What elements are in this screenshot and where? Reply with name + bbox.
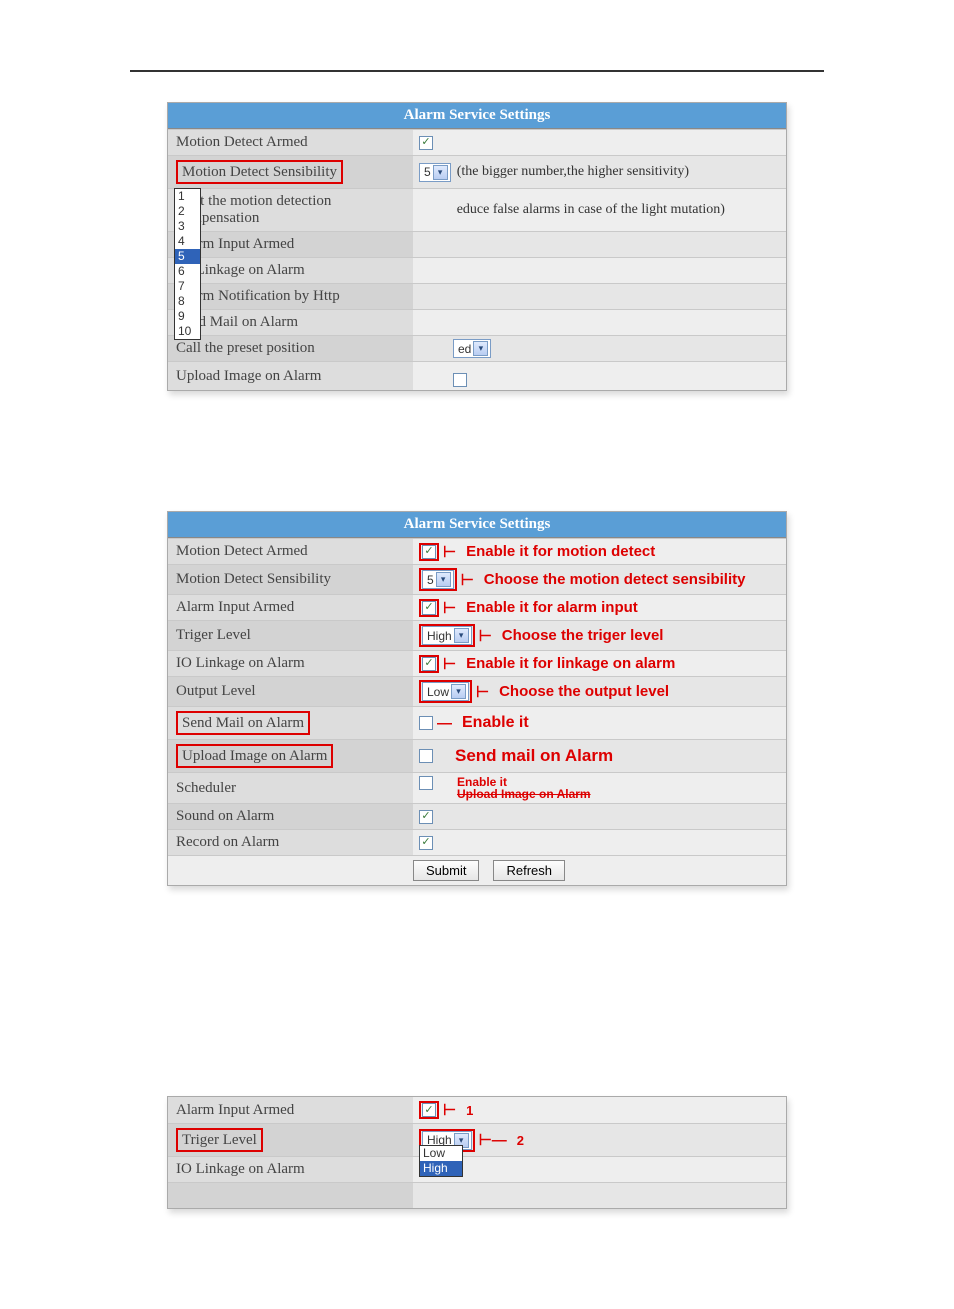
- trigger-option-high[interactable]: High: [420, 1161, 462, 1176]
- motion-detect-armed-checkbox[interactable]: [422, 545, 436, 559]
- anno-connector: ⊢: [443, 543, 456, 561]
- label-send-mail: Send Mail on Alarm: [168, 707, 413, 739]
- output-level-select[interactable]: Low: [422, 682, 469, 701]
- label-send-mail: Send Mail on Alarm: [168, 310, 413, 335]
- panel1-title: Alarm Service Settings: [168, 103, 786, 129]
- upload-image-checkbox[interactable]: [419, 749, 433, 763]
- anno-output-level: Choose the output level: [499, 683, 669, 700]
- alarm-settings-panel-2: Alarm Service Settings Motion Detect Arm…: [167, 511, 787, 886]
- anno-io-linkage: Enable it for linkage on alarm: [466, 655, 675, 672]
- upload-image-checkbox[interactable]: [453, 373, 467, 387]
- sensibility-option[interactable]: 7: [175, 279, 200, 294]
- anno-connector: ⊢: [479, 627, 492, 645]
- chevron-down-icon: [454, 628, 469, 643]
- label-output-level: Output Level: [168, 677, 413, 706]
- anno-motion-detect: Enable it for motion detect: [466, 543, 655, 560]
- anno-connector: ⊢: [476, 683, 489, 701]
- alarm-input-checkbox[interactable]: [422, 1103, 436, 1117]
- label-motion-detect-armed: Motion Detect Armed: [168, 539, 413, 564]
- sensibility-option[interactable]: 1: [175, 189, 200, 204]
- chevron-down-icon: [473, 341, 488, 356]
- label-triger-level: Triger Level: [168, 621, 413, 650]
- sensibility-select[interactable]: 5: [419, 163, 451, 182]
- scheduler-checkbox[interactable]: [419, 776, 433, 790]
- anno-connector: ⊢—: [479, 1131, 507, 1149]
- label-io-linkage: IO Linkage on Alarm: [168, 1157, 413, 1182]
- sensibility-option-selected[interactable]: 5: [175, 249, 200, 264]
- trigger-level-dropdown[interactable]: Low High: [419, 1145, 463, 1177]
- label-alarm-input-armed: Alarm Input Armed: [168, 1097, 413, 1123]
- anno-connector: ⊢: [443, 1101, 456, 1119]
- label-upload-image: Upload Image on Alarm: [168, 740, 413, 772]
- anno-alarm-input: Enable it for alarm input: [466, 599, 638, 616]
- sensibility-option[interactable]: 10: [175, 324, 200, 339]
- sensibility-option[interactable]: 8: [175, 294, 200, 309]
- io-linkage-checkbox[interactable]: [422, 657, 436, 671]
- label-motion-detect-armed: Motion Detect Armed: [168, 130, 413, 155]
- chevron-down-icon: [451, 684, 466, 699]
- label-motion-detect-sensibility: Motion Detect Sensibility: [168, 565, 413, 594]
- chevron-down-icon: [436, 572, 451, 587]
- send-mail-checkbox[interactable]: [419, 716, 433, 730]
- refresh-button[interactable]: Refresh: [493, 860, 565, 881]
- anno-upload-big: Send mail on Alarm: [455, 746, 613, 766]
- trigger-level-select[interactable]: High: [422, 626, 472, 645]
- panel2-title: Alarm Service Settings: [168, 512, 786, 538]
- anno-scheduler-2: Upload Image on Alarm: [457, 788, 591, 800]
- submit-button[interactable]: Submit: [413, 860, 479, 881]
- trigger-option-low[interactable]: Low: [420, 1146, 462, 1161]
- anno-connector: —: [437, 715, 452, 732]
- record-alarm-checkbox[interactable]: [419, 836, 433, 850]
- label-alarm-input-armed: Alarm Input Armed: [168, 232, 413, 257]
- label-scheduler: Scheduler: [168, 773, 413, 803]
- alarm-settings-panel-3: Alarm Input Armed ⊢ 1 Triger Level High …: [167, 1096, 787, 1209]
- anno-connector: ⊢: [443, 599, 456, 617]
- sensibility-option[interactable]: 6: [175, 264, 200, 279]
- chevron-down-icon: [433, 165, 448, 180]
- motion-detect-armed-checkbox[interactable]: [419, 136, 433, 150]
- preset-select-partial[interactable]: ed: [453, 339, 491, 358]
- anno-connector: ⊢: [443, 655, 456, 673]
- label-record-alarm: Record on Alarm: [168, 830, 413, 855]
- sensibility-option[interactable]: 9: [175, 309, 200, 324]
- label-cut-off: [168, 1183, 413, 1208]
- anno-num-1: 1: [466, 1103, 473, 1118]
- anno-num-2: 2: [517, 1133, 524, 1148]
- label-triger-level: Triger Level: [168, 1124, 413, 1156]
- label-motion-compensation: Start the motion detection compensation: [168, 189, 413, 231]
- label-io-linkage: IO Linkage on Alarm: [168, 258, 413, 283]
- sensibility-hint: (the bigger number,the higher sensitivit…: [457, 164, 689, 180]
- sensibility-option[interactable]: 3: [175, 219, 200, 234]
- compensation-hint: educe false alarms in case of the light …: [457, 202, 725, 218]
- anno-sensibility: Choose the motion detect sensibility: [484, 571, 746, 588]
- sensibility-dropdown[interactable]: 1 2 3 4 5 6 7 8 9 10: [174, 188, 201, 340]
- sensibility-select[interactable]: 5: [422, 570, 454, 589]
- page-top-border: [130, 70, 824, 72]
- sound-alarm-checkbox[interactable]: [419, 810, 433, 824]
- alarm-settings-panel-1: Alarm Service Settings Motion Detect Arm…: [167, 102, 787, 391]
- label-motion-detect-sensibility: Motion Detect Sensibility: [168, 156, 413, 188]
- alarm-input-checkbox[interactable]: [422, 601, 436, 615]
- anno-connector: ⊢: [461, 571, 474, 589]
- label-call-preset: Call the preset position: [168, 336, 413, 361]
- anno-trigger: Choose the triger level: [502, 627, 664, 644]
- sensibility-option[interactable]: 4: [175, 234, 200, 249]
- label-alarm-http: Alarm Notification by Http: [168, 284, 413, 309]
- label-upload-image: Upload Image on Alarm: [168, 362, 413, 390]
- label-alarm-input-armed: Alarm Input Armed: [168, 595, 413, 620]
- sensibility-option[interactable]: 2: [175, 204, 200, 219]
- label-io-linkage: IO Linkage on Alarm: [168, 651, 413, 676]
- label-sound-alarm: Sound on Alarm: [168, 804, 413, 829]
- anno-send-mail: Enable it: [462, 714, 529, 732]
